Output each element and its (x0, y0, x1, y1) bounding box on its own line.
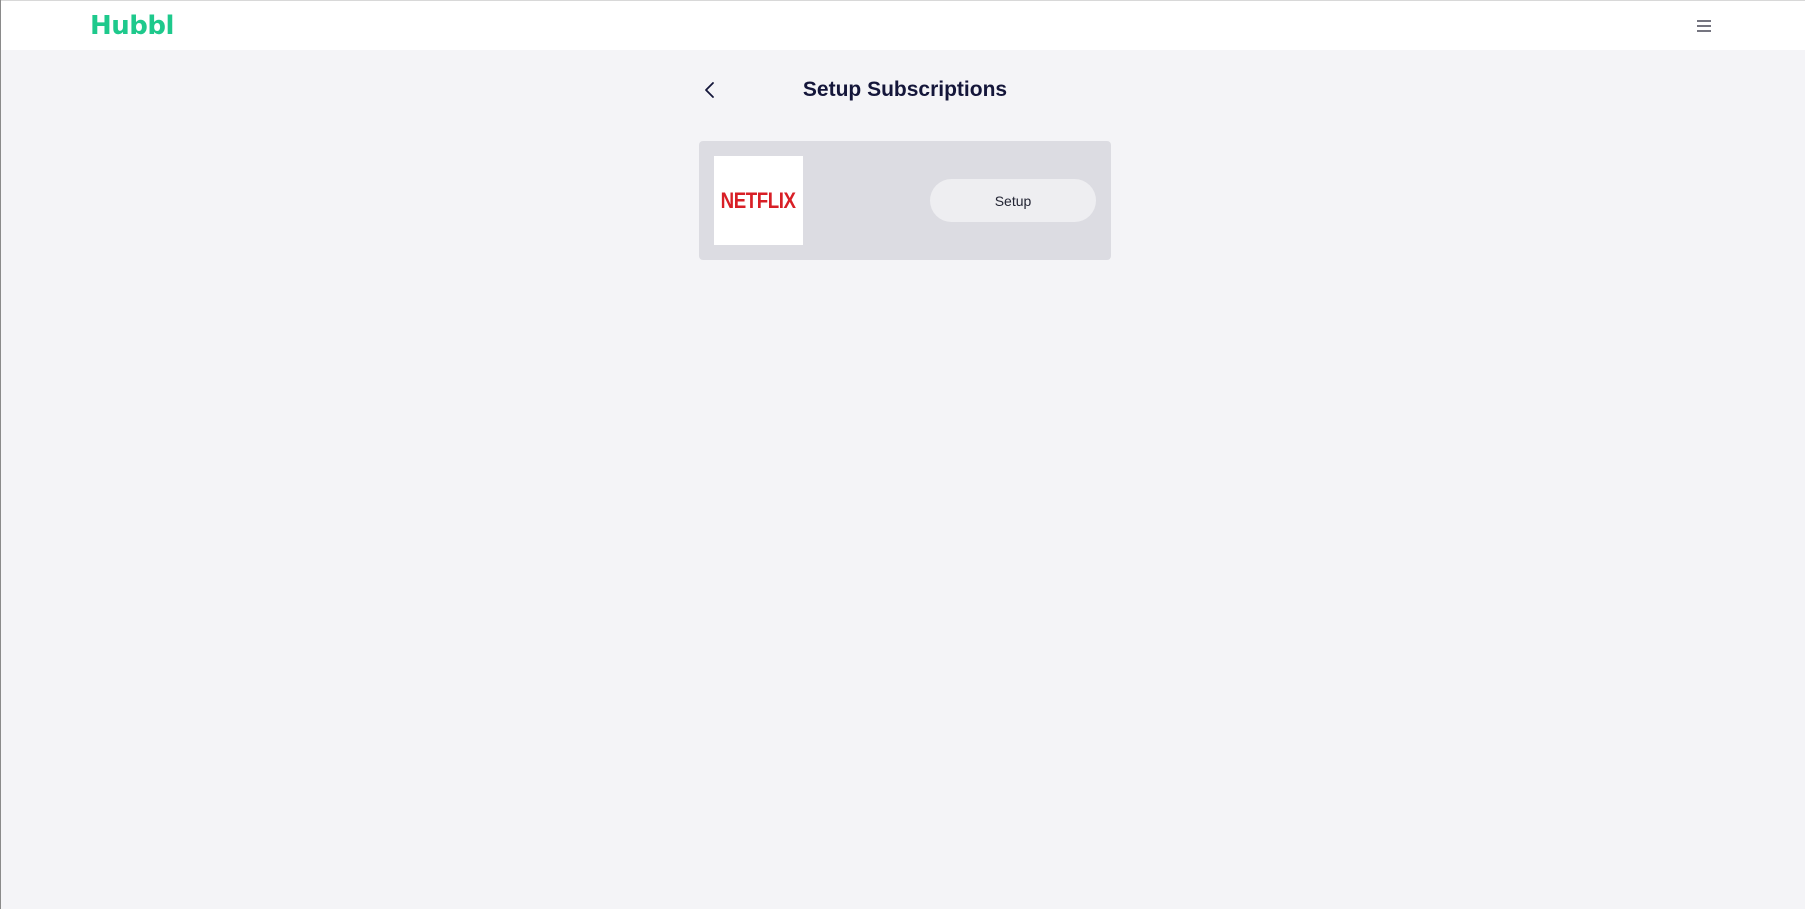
subscription-card-netflix: NETFLIX Setup (699, 141, 1111, 260)
page-header: Setup Subscriptions (699, 74, 1111, 108)
top-navigation-bar: Hubbl (1, 0, 1805, 50)
app-window: Hubbl Setup Subscriptions NETFLIX Setup (0, 0, 1805, 909)
hubbl-logo[interactable]: Hubbl (90, 7, 174, 45)
netflix-logo: NETFLIX (714, 156, 803, 245)
chevron-left-icon (705, 82, 714, 98)
page-title: Setup Subscriptions (802, 78, 1008, 101)
back-button[interactable] (699, 78, 723, 102)
netflix-logo-text: NETFLIX (721, 187, 796, 213)
setup-button[interactable]: Setup (930, 179, 1096, 222)
hamburger-menu-icon[interactable] (1695, 17, 1713, 35)
